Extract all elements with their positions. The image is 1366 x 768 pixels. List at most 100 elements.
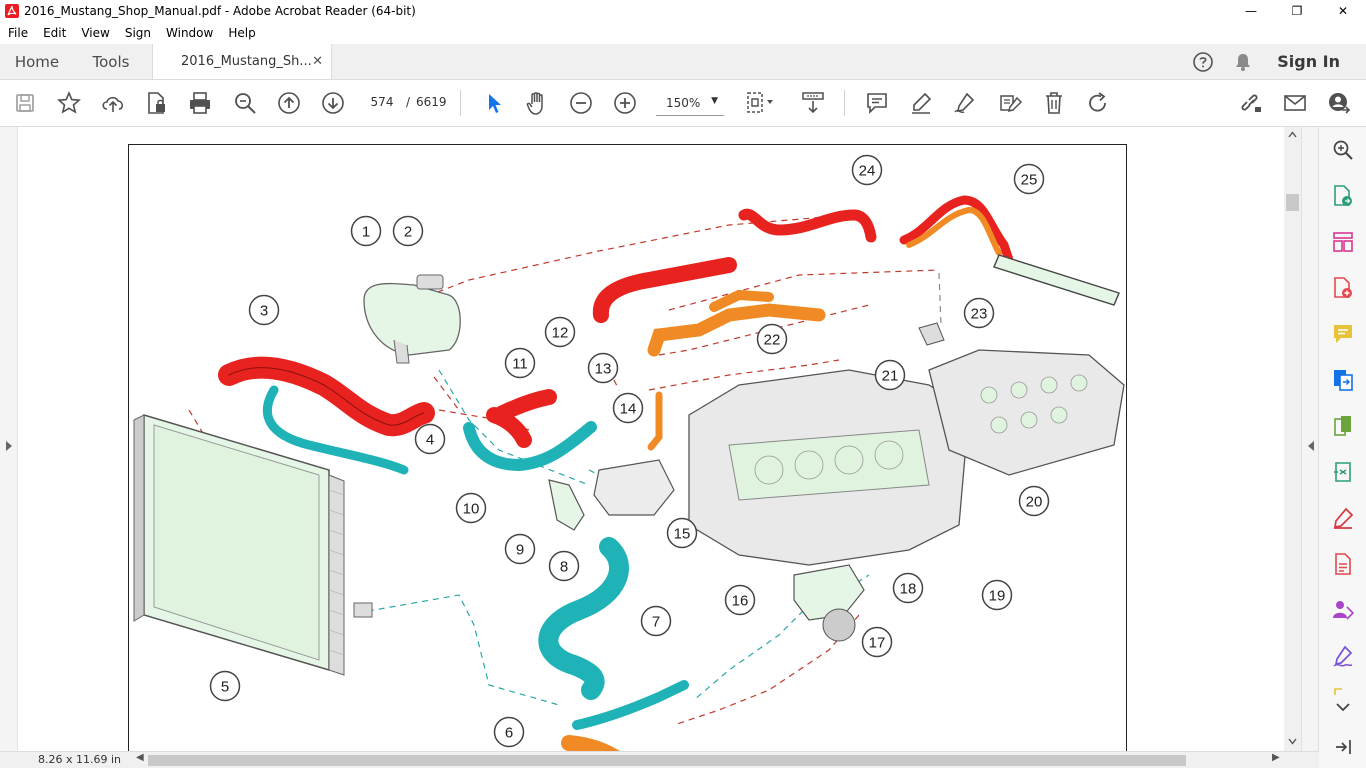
export-pdf-icon[interactable] [1331,184,1355,208]
upper-radiator-hose [218,356,435,437]
callout-number: 3 [260,303,268,320]
organize-pages-icon[interactable] [1331,230,1355,254]
callout-number: 20 [1026,494,1043,511]
help-icon[interactable] [1183,51,1223,73]
callout-11: 11 [504,347,536,379]
callout-number: 7 [652,614,660,631]
callout-number: 11 [512,356,528,373]
page-number-input[interactable]: 574 [366,90,398,114]
tab-bar: Home Tools 2016_Mustang_Sh... ✕ Sign In [0,44,1366,80]
next-page-icon[interactable] [320,90,346,116]
sign-tool-icon[interactable] [1331,644,1355,668]
callout-25: 25 [1013,163,1045,195]
callout-number: 16 [732,593,749,610]
notification-bell-icon[interactable] [1223,52,1263,72]
water-pump [593,459,675,516]
tab-document[interactable]: 2016_Mustang_Sh... ✕ [152,44,332,79]
print-icon[interactable] [187,90,213,116]
menu-file[interactable]: File [0,26,35,40]
compress-pdf-icon[interactable] [1331,414,1355,438]
callout-13: 13 [587,352,619,384]
minimize-button[interactable]: — [1228,0,1274,22]
callout-6: 6 [493,716,525,748]
callout-number: 21 [882,368,899,385]
heater-hose-red [486,389,557,448]
protect-file-icon[interactable] [143,90,169,116]
fill-sign-tool-icon[interactable] [1331,506,1355,530]
maximize-button[interactable]: ❐ [1274,0,1320,22]
comment-tool-icon[interactable] [1331,322,1355,346]
callout-number: 2 [404,224,412,241]
scroll-right-icon[interactable]: ▶ [1272,752,1280,763]
callout-number: 23 [971,306,988,323]
close-tab-icon[interactable]: ✕ [312,54,323,69]
menu-edit[interactable]: Edit [35,26,73,40]
vertical-scrollbar[interactable] [1284,127,1301,751]
callout-number: 1 [362,224,370,241]
sign-pen-icon[interactable] [952,90,978,116]
tab-tools[interactable]: Tools [74,44,148,79]
right-panel-collapse-strip [1301,127,1319,751]
scroll-mode-icon[interactable] [800,90,826,116]
hand-pan-icon[interactable] [524,90,550,116]
tab-home[interactable]: Home [0,44,74,79]
cooling-system-diagram: 1 23456789101112131415161718 1920212223242… [133,154,1125,751]
close-window-button[interactable]: ✕ [1320,0,1366,22]
callout-5: 5 [209,670,241,702]
callout-number: 5 [221,679,229,696]
page-fit-dropdown-icon[interactable] [744,90,780,116]
expand-left-panel-icon[interactable] [5,440,13,452]
scroll-down-icon[interactable] [1288,738,1297,745]
share-user-icon[interactable] [1326,90,1352,116]
rotate-redo-icon[interactable] [1085,90,1111,116]
collapse-tools-pane-icon[interactable] [1331,735,1355,759]
callout-number: 8 [560,559,568,576]
callout-20: 20 [1018,485,1050,517]
zoom-level-dropdown[interactable]: 150% ▼ [656,90,724,116]
callout-16: 16 [724,584,756,616]
menu-sign[interactable]: Sign [117,26,158,40]
hose-orange-6 [561,735,620,751]
callout-number: 24 [859,163,876,180]
toolbar-divider [460,90,461,116]
zoom-level-value: 150% [666,95,701,110]
callout-number: 17 [869,635,886,652]
chevron-down-icon[interactable] [1331,697,1355,717]
collapse-right-panel-icon[interactable] [1307,440,1315,452]
vertical-scroll-thumb[interactable] [1286,194,1299,211]
callout-number: 13 [595,361,612,378]
menu-window[interactable]: Window [158,26,220,40]
scroll-up-icon[interactable] [1288,131,1297,138]
select-cursor-icon[interactable] [480,90,506,116]
fill-sign-icon[interactable] [997,90,1023,116]
callout-14: 14 [612,392,644,424]
document-view[interactable]: 1 2 3 4 5 6 7 8 9 10 11 12 13 14 15 16 17 18 19 20 21 22 23 24 2… [18,127,1284,751]
upload-cloud-icon[interactable] [100,90,126,116]
email-envelope-icon[interactable] [1282,90,1308,116]
menu-view[interactable]: View [73,26,116,40]
scroll-left-icon[interactable]: ◀ [136,752,144,763]
request-signatures-icon[interactable] [1331,598,1355,622]
previous-page-icon[interactable] [276,90,302,116]
callout-number: 25 [1021,172,1038,189]
callout-17: 17 [861,626,893,658]
send-for-review-icon[interactable] [1331,460,1355,484]
callout-23: 23 [963,297,995,329]
zoom-in-icon[interactable] [612,90,638,116]
create-pdf-icon[interactable] [1331,276,1355,300]
share-link-icon[interactable] [1238,90,1264,116]
edit-pdf-icon[interactable] [1331,552,1355,576]
menu-help[interactable]: Help [220,26,262,40]
horizontal-scroll-thumb[interactable] [148,755,1186,766]
combine-files-icon[interactable] [1331,368,1355,392]
zoom-out-icon[interactable] [568,90,594,116]
highlight-pen-icon[interactable] [908,90,934,116]
comment-icon[interactable] [864,90,890,116]
sign-in-button[interactable]: Sign In [1277,52,1340,71]
callout-number: 4 [426,432,434,449]
zoom-search-icon[interactable] [232,90,258,116]
search-zoom-icon[interactable] [1331,138,1355,162]
delete-trash-icon[interactable] [1041,90,1067,116]
save-icon[interactable] [12,90,38,116]
bookmark-star-icon[interactable] [56,90,82,116]
